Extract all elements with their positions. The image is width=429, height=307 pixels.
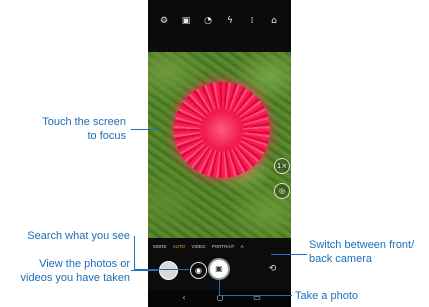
switch-camera-callout: Switch between front/ back camera (309, 239, 415, 265)
search-callout: Search what you see (27, 230, 130, 242)
mode-video[interactable]: VIDEO (191, 242, 205, 252)
recents-icon[interactable]: ▭ (251, 292, 263, 304)
gallery-callout: View the photos or videos you have taken (20, 258, 130, 284)
back-icon[interactable]: ‹ (178, 292, 190, 304)
flash-icon[interactable]: ϟ (224, 15, 236, 27)
take-photo-leader-horizontal (219, 295, 292, 296)
home-nav-icon[interactable]: ○ (214, 292, 226, 304)
gallery-leader (131, 270, 158, 271)
aspect-ratio-icon[interactable]: ▣ (180, 15, 192, 27)
phone-screen: ⚙ ▣ ◔ ϟ ⁞ ⌂ 1× ◎ MORE AUTO VIDEO PORTRAI… (148, 0, 291, 307)
camera-viewfinder[interactable]: 1× ◎ (148, 52, 291, 238)
take-photo-callout: Take a photo (295, 290, 358, 302)
touch-focus-callout: Touch the screen to focus (42, 116, 126, 142)
camera-icon: ▣ (215, 264, 223, 273)
lens-option-icon[interactable]: ◎ (274, 183, 290, 199)
shutter-button[interactable]: ▣ (208, 258, 230, 280)
more-options-icon[interactable]: ⁞ (246, 15, 258, 27)
mode-auto[interactable]: AUTO (173, 242, 185, 252)
zoom-toggle-icon[interactable]: 1× (274, 158, 290, 174)
mode-a[interactable]: A (241, 242, 244, 252)
google-lens-icon[interactable]: ◉ (190, 262, 207, 279)
gallery-thumbnail[interactable] (159, 261, 178, 280)
gear-icon[interactable]: ⚙ (158, 15, 170, 27)
home-icon[interactable]: ⌂ (268, 15, 280, 27)
camera-mode-selector: MORE AUTO VIDEO PORTRAIT A (148, 242, 291, 252)
timer-icon[interactable]: ◔ (202, 15, 214, 27)
flower-center (200, 108, 244, 152)
touch-focus-leader (131, 129, 159, 130)
take-photo-leader-vertical (219, 280, 220, 296)
mode-portrait[interactable]: PORTRAIT (212, 242, 235, 252)
switch-camera-leader (271, 254, 307, 255)
switch-camera-icon[interactable]: ⟲ (265, 262, 280, 277)
mode-more[interactable]: MORE (153, 242, 167, 252)
camera-top-bar: ⚙ ▣ ◔ ϟ ⁞ ⌂ (148, 0, 291, 46)
search-leader-vertical (134, 236, 135, 270)
